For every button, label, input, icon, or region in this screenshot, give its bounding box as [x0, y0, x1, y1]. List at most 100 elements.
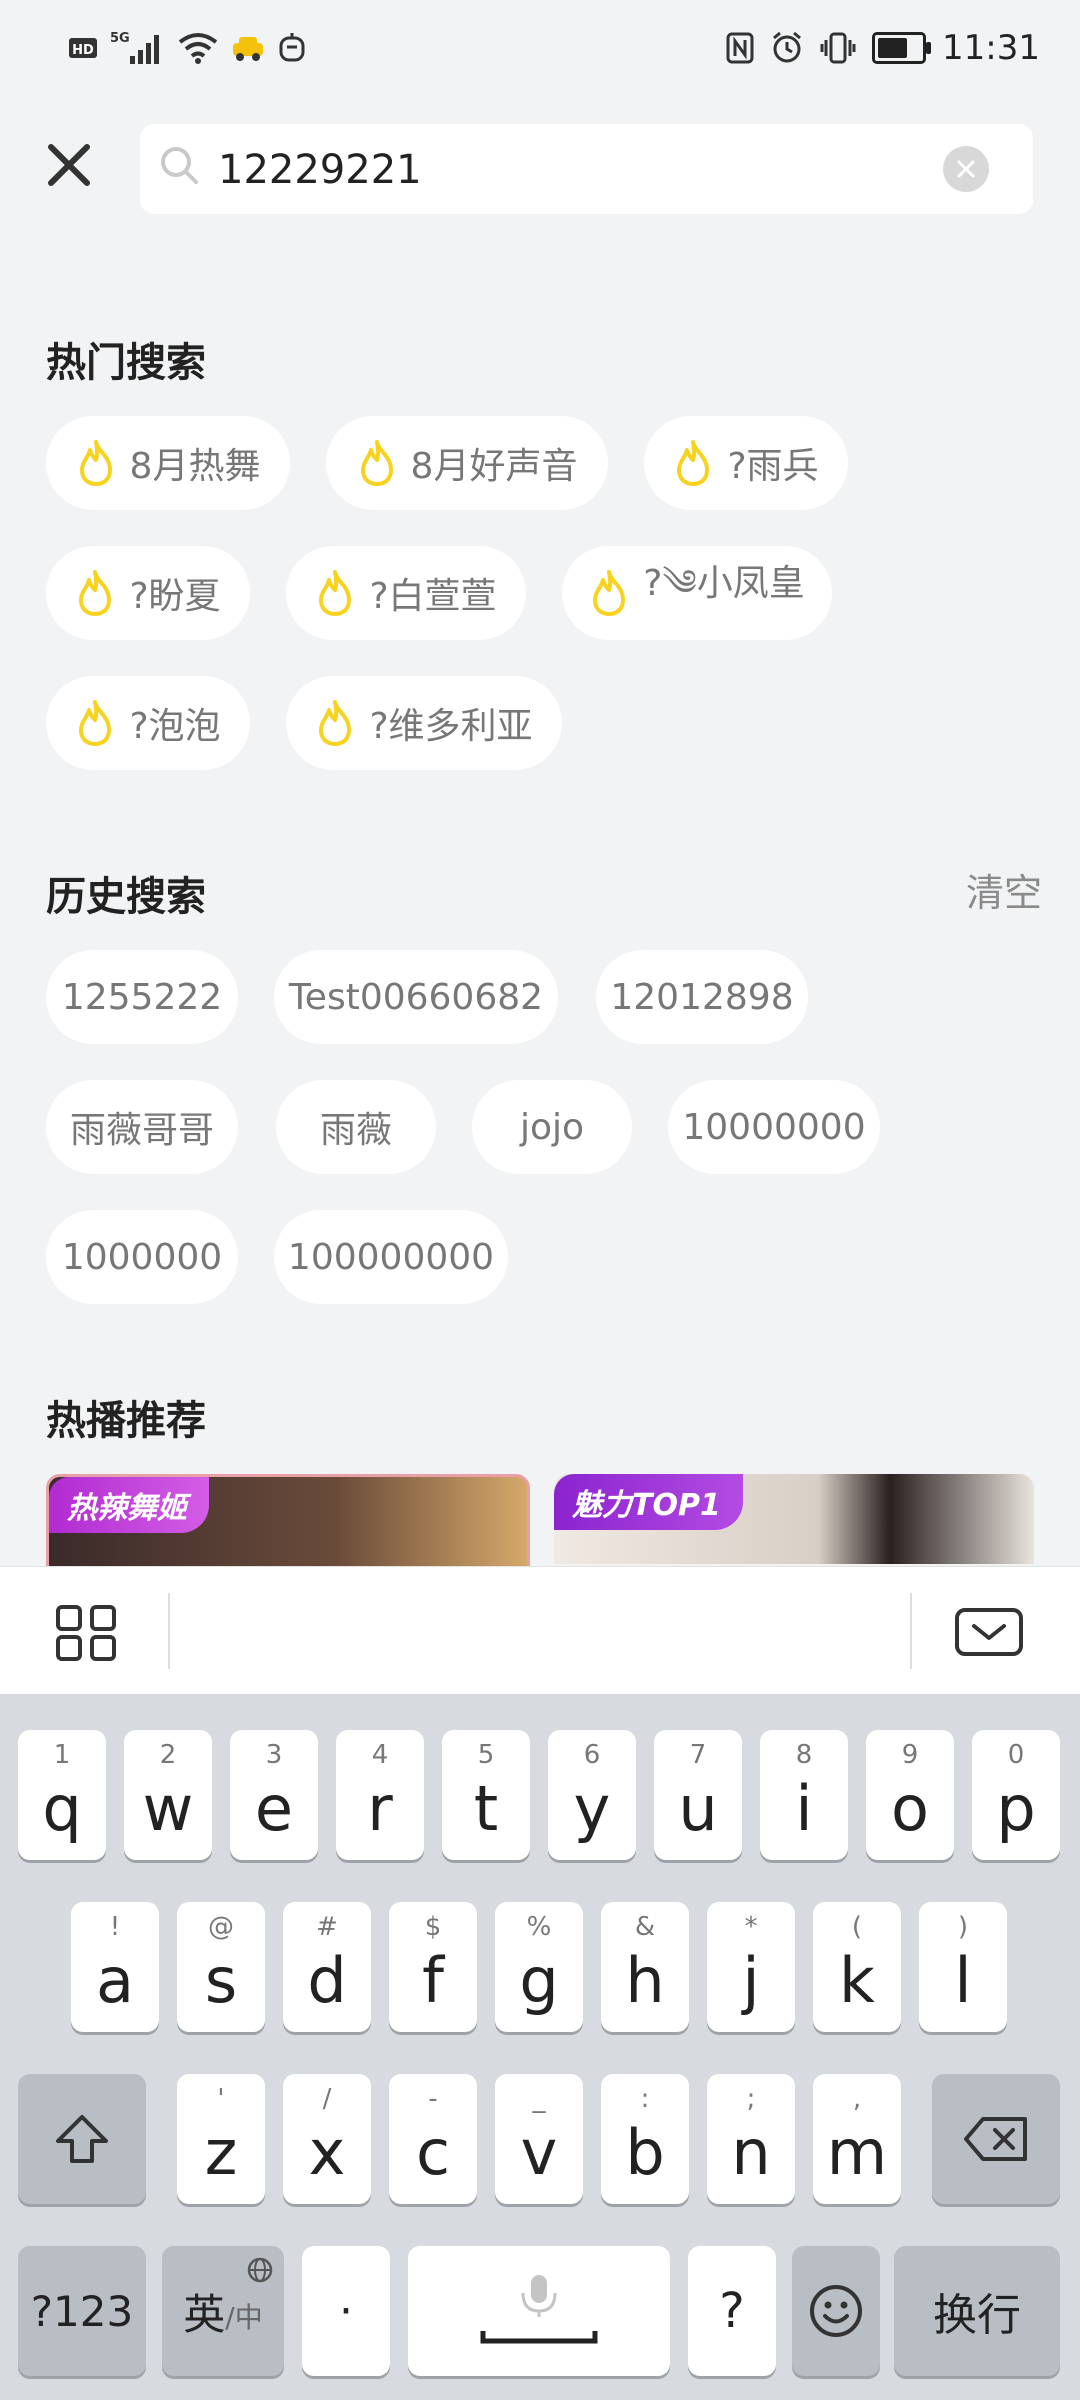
- key-e[interactable]: 3e: [230, 1730, 318, 1860]
- key-n[interactable]: ; n: [707, 2074, 795, 2204]
- 5g-signal-icon: 5G: [110, 31, 159, 64]
- key-b[interactable]: :b: [601, 2074, 689, 2204]
- history-chip[interactable]: 1000000: [46, 1210, 238, 1304]
- language-key[interactable]: 英/中: [162, 2246, 284, 2376]
- key-hint: 1: [53, 1740, 71, 1770]
- shift-key[interactable]: [18, 2074, 146, 2204]
- search-bar[interactable]: [140, 124, 1033, 214]
- enter-key[interactable]: 换行: [894, 2246, 1060, 2376]
- recommend-card[interactable]: 热辣舞姬: [46, 1474, 530, 1570]
- hot-search-chip[interactable]: 8月热舞: [46, 416, 290, 510]
- key-v[interactable]: _ v: [495, 2074, 583, 2204]
- language-label: 英: [183, 2289, 226, 2339]
- clear-search-button[interactable]: [943, 146, 989, 192]
- key-h[interactable]: & h: [601, 1902, 689, 2032]
- key-o[interactable]: 9o: [866, 1730, 954, 1860]
- key-u[interactable]: 7u: [654, 1730, 742, 1860]
- key-q[interactable]: 1q: [18, 1730, 106, 1860]
- key-letter: n: [731, 2116, 771, 2189]
- svg-text:5G: 5G: [110, 31, 130, 46]
- hot-search-chip[interactable]: ?雨兵: [644, 416, 848, 510]
- key-s[interactable]: @ s: [177, 1902, 265, 2032]
- recommend-card[interactable]: 魅力TOP1: [554, 1474, 1034, 1564]
- space-key[interactable]: [408, 2246, 670, 2376]
- key-letter: e: [254, 1772, 294, 1845]
- key-x[interactable]: / x: [283, 2074, 371, 2204]
- hot-search-label: ?༄小凤皇: [643, 563, 805, 604]
- backspace-key[interactable]: [932, 2074, 1060, 2204]
- clear-history-button[interactable]: 清空: [966, 862, 1042, 917]
- key-y[interactable]: 6y: [548, 1730, 636, 1860]
- key-f[interactable]: $ f: [389, 1902, 477, 2032]
- microphone-icon: [480, 2275, 598, 2344]
- key-p[interactable]: 0p: [972, 1730, 1060, 1860]
- hot-search-chip[interactable]: 8月好声音: [326, 416, 608, 510]
- key-letter: o: [891, 1772, 929, 1845]
- symbols-key[interactable]: ?123: [18, 2246, 146, 2376]
- history-chip[interactable]: 雨薇: [276, 1080, 436, 1174]
- emoji-key[interactable]: [792, 2246, 880, 2376]
- hot-search-label: ?白萱萱: [369, 576, 497, 617]
- hot-search-label: ?盼夏: [129, 576, 221, 617]
- flame-icon: [677, 440, 710, 486]
- key-hint: ): [957, 1912, 969, 1942]
- search-input[interactable]: [216, 138, 920, 202]
- key-hint: :: [640, 2084, 650, 2114]
- hide-keyboard-icon[interactable]: [954, 1607, 1024, 1657]
- history-chip[interactable]: 雨薇哥哥: [46, 1080, 238, 1174]
- key-d[interactable]: # d: [283, 1902, 371, 2032]
- history-chip[interactable]: 100000000: [274, 1210, 508, 1304]
- key-letter: h: [625, 1944, 665, 2017]
- key-hint: /: [322, 2084, 332, 2114]
- key-z[interactable]: ' z: [177, 2074, 265, 2204]
- key-w[interactable]: 2w: [124, 1730, 212, 1860]
- key-l[interactable]: ) l: [919, 1902, 1007, 2032]
- hot-search-chip[interactable]: ?泡泡: [46, 676, 250, 770]
- key-j[interactable]: * j: [707, 1902, 795, 2032]
- status-right: 11:31: [726, 28, 1040, 68]
- key-k[interactable]: (k: [813, 1902, 901, 2032]
- language-sub-label: /中: [225, 2301, 263, 2334]
- key-letter: z: [204, 2116, 238, 2189]
- recommend-badge: 魅力TOP1: [554, 1474, 743, 1530]
- history-chip[interactable]: Test00660682: [274, 950, 558, 1044]
- key-hint: $: [424, 1912, 442, 1942]
- key-c[interactable]: -c: [389, 2074, 477, 2204]
- history-chip[interactable]: 1255222: [46, 950, 238, 1044]
- key-m[interactable]: ,m: [813, 2074, 901, 2204]
- clear-icon: [957, 160, 975, 178]
- dot-key[interactable]: ·: [302, 2246, 390, 2376]
- history-chip[interactable]: 10000000: [668, 1080, 880, 1174]
- key-letter: p: [996, 1772, 1036, 1845]
- key-hint: (: [851, 1912, 863, 1942]
- key-a[interactable]: ! a: [71, 1902, 159, 2032]
- hot-search-chip[interactable]: ?盼夏: [46, 546, 250, 640]
- hot-search-title: 热门搜索: [46, 340, 206, 386]
- taxi-icon: [233, 37, 263, 61]
- assistant-icon: [279, 33, 305, 62]
- status-left: HD 5G: [68, 30, 306, 66]
- grid-menu-icon[interactable]: [52, 1603, 120, 1663]
- key-t[interactable]: 5t: [442, 1730, 530, 1860]
- hot-search-chip[interactable]: ?༄小凤皇: [562, 546, 832, 640]
- key-i[interactable]: 8i: [760, 1730, 848, 1860]
- backspace-icon: [964, 2117, 1027, 2161]
- question-key[interactable]: ?: [688, 2246, 776, 2376]
- svg-text:HD: HD: [72, 43, 94, 58]
- key-hint: 7: [689, 1740, 707, 1770]
- keyboard-toolbar: [0, 1566, 1080, 1695]
- status-time: 11:31: [942, 28, 1040, 68]
- key-r[interactable]: 4r: [336, 1730, 424, 1860]
- key-hint: 0: [1007, 1740, 1025, 1770]
- hot-search-chip[interactable]: ?白萱萱: [286, 546, 526, 640]
- history-chip[interactable]: jojo: [472, 1080, 632, 1174]
- history-chip[interactable]: 12012898: [596, 950, 808, 1044]
- key-hint: -: [428, 2084, 438, 2114]
- recommend-list: 热辣舞姬 魅力TOP1: [46, 1474, 1034, 1570]
- key-letter: m: [826, 2116, 888, 2189]
- key-g[interactable]: % g: [495, 1902, 583, 2032]
- hot-search-chip[interactable]: ?维多利亚: [286, 676, 562, 770]
- hot-search-label: ?雨兵: [727, 446, 819, 487]
- key-letter: y: [573, 1772, 611, 1845]
- close-button[interactable]: [38, 134, 100, 196]
